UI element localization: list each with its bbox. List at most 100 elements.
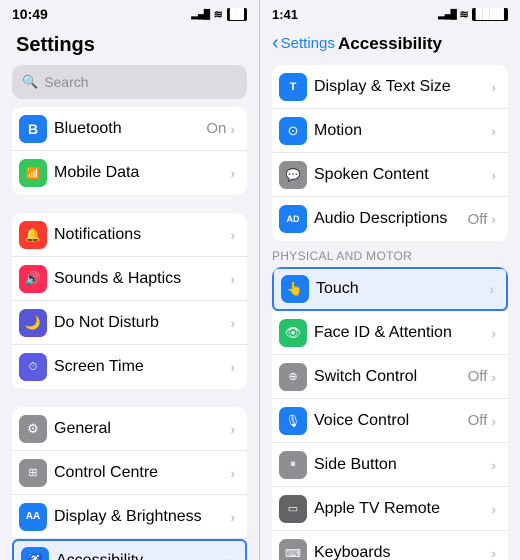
right-item-motion[interactable]: ⊙ Motion ›	[272, 109, 508, 153]
dnd-icon-wrap: 🌙	[12, 309, 54, 337]
dnd-chevron: ›	[230, 315, 235, 331]
voice-control-value: Off	[468, 412, 488, 429]
voice-control-icon: 🎙	[279, 407, 307, 435]
appletv-chevron: ›	[491, 501, 496, 517]
appletv-label: Apple TV Remote	[314, 500, 491, 518]
settings-item-accessibility[interactable]: ♿ Accessibility ›	[12, 539, 247, 560]
bluetooth-chevron: ›	[230, 121, 235, 137]
left-group-3-items: ⚙ General › ⊞ Control Centre › AA D	[12, 407, 247, 560]
left-group-1: B Bluetooth On › 📶 Mobile Data ›	[0, 107, 259, 195]
settings-item-mobile-data[interactable]: 📶 Mobile Data ›	[12, 151, 247, 195]
accessibility-label: Accessibility	[56, 552, 228, 560]
settings-item-control-centre[interactable]: ⊞ Control Centre ›	[12, 451, 247, 495]
general-icon-wrap: ⚙	[12, 415, 54, 443]
mobile-data-icon-wrap: 📶	[12, 159, 54, 187]
search-placeholder: Search	[44, 74, 88, 90]
audio-desc-icon-wrap: AD	[272, 205, 314, 233]
right-item-display-text[interactable]: T Display & Text Size ›	[272, 65, 508, 109]
right-status-bar: 1:41 ▂▄█ ≋ ████	[260, 0, 520, 28]
settings-item-dnd[interactable]: 🌙 Do Not Disturb ›	[12, 301, 247, 345]
sounds-icon-wrap: 🔊	[12, 265, 54, 293]
spoken-label: Spoken Content	[314, 166, 491, 184]
settings-item-display[interactable]: AA Display & Brightness ›	[12, 495, 247, 539]
left-search-bar[interactable]: 🔍 Search	[12, 65, 247, 99]
keyboards-icon-wrap: ⌨	[272, 539, 314, 560]
right-item-touch[interactable]: 👆 Touch ›	[272, 267, 508, 311]
signal-icon: ▂▄█	[191, 9, 209, 20]
accessibility-chevron: ›	[228, 553, 233, 560]
control-centre-icon: ⊞	[19, 459, 47, 487]
switch-control-chevron: ›	[491, 369, 496, 385]
right-item-faceid-atten[interactable]: 👁 Face ID & Attention ›	[272, 311, 508, 355]
wifi-icon: ≋	[214, 8, 223, 21]
left-status-bar: 10:49 ▂▄█ ≋ ██	[0, 0, 259, 28]
touch-label: Touch	[316, 280, 489, 298]
battery-icon: ██	[227, 8, 247, 21]
left-settings-list: B Bluetooth On › 📶 Mobile Data ›	[0, 107, 259, 560]
settings-item-screen-time[interactable]: ⏱ Screen Time ›	[12, 345, 247, 389]
display-text-icon: T	[279, 73, 307, 101]
right-item-side-button[interactable]: ⏸ Side Button ›	[272, 443, 508, 487]
switch-control-label: Switch Control	[314, 368, 468, 386]
screen-time-icon: ⏱	[19, 353, 47, 381]
right-item-audio-desc[interactable]: AD Audio Descriptions Off ›	[272, 197, 508, 241]
control-centre-icon-wrap: ⊞	[12, 459, 54, 487]
back-button[interactable]: ‹ Settings	[272, 32, 335, 55]
motion-icon: ⊙	[279, 117, 307, 145]
notifications-label: Notifications	[54, 226, 230, 244]
bluetooth-value: On	[206, 120, 226, 137]
settings-item-sounds[interactable]: 🔊 Sounds & Haptics ›	[12, 257, 247, 301]
right-item-switch-control[interactable]: ⊕ Switch Control Off ›	[272, 355, 508, 399]
right-item-appletv[interactable]: ▭ Apple TV Remote ›	[272, 487, 508, 531]
motion-icon-wrap: ⊙	[272, 117, 314, 145]
right-item-spoken[interactable]: 💬 Spoken Content ›	[272, 153, 508, 197]
display-label: Display & Brightness	[54, 508, 230, 526]
spoken-icon: 💬	[279, 161, 307, 189]
right-section-1: T Display & Text Size › ⊙ Motion › 💬 Spo…	[272, 65, 508, 241]
right-battery-icon: ████	[472, 8, 508, 21]
settings-item-notifications[interactable]: 🔔 Notifications ›	[12, 213, 247, 257]
spoken-icon-wrap: 💬	[272, 161, 314, 189]
sounds-label: Sounds & Haptics	[54, 270, 230, 288]
side-button-icon-wrap: ⏸	[272, 451, 314, 479]
left-status-icons: ▂▄█ ≋ ██	[191, 8, 247, 21]
audio-desc-chevron: ›	[491, 211, 496, 227]
right-nav-title: Accessibility	[338, 34, 442, 54]
right-accessibility-list: T Display & Text Size › ⊙ Motion › 💬 Spo…	[260, 63, 520, 560]
touch-icon-wrap: 👆	[274, 275, 316, 303]
control-centre-chevron: ›	[230, 465, 235, 481]
screen-time-icon-wrap: ⏱	[12, 353, 54, 381]
right-wifi-icon: ≋	[459, 8, 468, 21]
bluetooth-icon: B	[19, 115, 47, 143]
faceid-atten-icon: 👁	[279, 319, 307, 347]
side-button-label: Side Button	[314, 456, 491, 474]
display-text-icon-wrap: T	[272, 73, 314, 101]
back-chevron-icon: ‹	[272, 32, 279, 55]
left-header: Settings	[0, 28, 259, 65]
screen-time-chevron: ›	[230, 359, 235, 375]
right-item-voice-control[interactable]: 🎙 Voice Control Off ›	[272, 399, 508, 443]
right-item-keyboards[interactable]: ⌨ Keyboards ›	[272, 531, 508, 560]
notif-icon-wrap: 🔔	[12, 221, 54, 249]
display-text-chevron: ›	[491, 79, 496, 95]
display-text-label: Display & Text Size	[314, 78, 491, 96]
settings-item-bluetooth[interactable]: B Bluetooth On ›	[12, 107, 247, 151]
touch-chevron: ›	[489, 281, 494, 297]
keyboards-chevron: ›	[491, 545, 496, 560]
mobile-data-icon: 📶	[19, 159, 47, 187]
display-icon: AA	[19, 503, 47, 531]
physical-motor-header: PHYSICAL AND MOTOR	[260, 241, 520, 267]
side-button-chevron: ›	[491, 457, 496, 473]
settings-item-general[interactable]: ⚙ General ›	[12, 407, 247, 451]
left-group-3: ⚙ General › ⊞ Control Centre › AA D	[0, 407, 259, 560]
bluetooth-icon-wrap: B	[12, 115, 54, 143]
switch-control-icon-wrap: ⊕	[272, 363, 314, 391]
motion-label: Motion	[314, 122, 491, 140]
right-status-icons: ▂▄█ ≋ ████	[438, 8, 508, 21]
bluetooth-label: Bluetooth	[54, 120, 206, 138]
switch-control-value: Off	[468, 368, 488, 385]
appletv-icon-wrap: ▭	[272, 495, 314, 523]
general-icon: ⚙	[19, 415, 47, 443]
sounds-icon: 🔊	[19, 265, 47, 293]
notifications-chevron: ›	[230, 227, 235, 243]
